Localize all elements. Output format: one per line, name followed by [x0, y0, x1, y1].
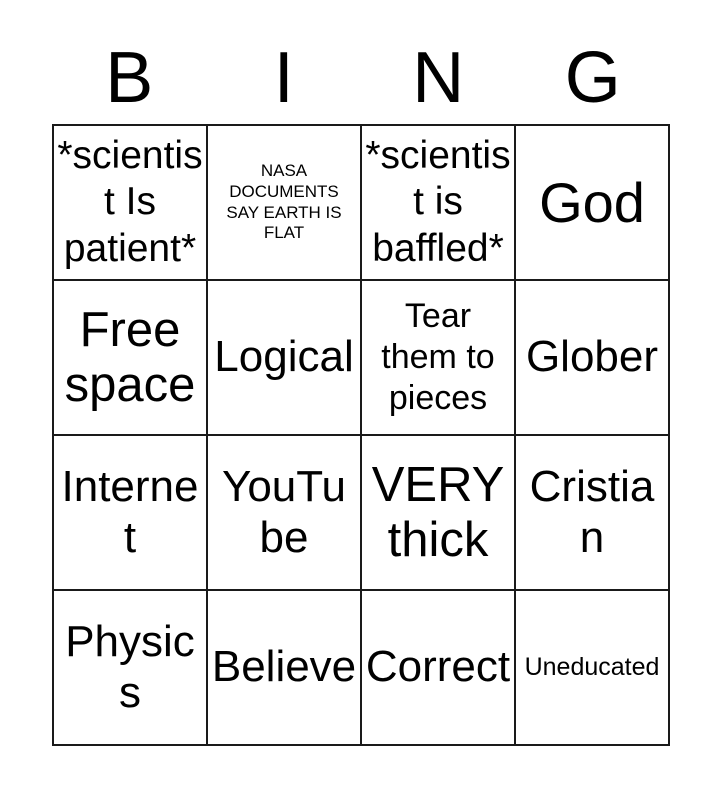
bingo-cell[interactable]: NASA DOCUMENTS SAY EARTH IS FLAT [208, 126, 362, 281]
bingo-cell[interactable]: Logical [208, 281, 362, 436]
bingo-cell-text: Cristian [529, 462, 655, 562]
bingo-header-letter-g: G [516, 36, 671, 120]
bingo-header-letter-i: I [207, 36, 362, 120]
bingo-cell[interactable]: Believe [208, 591, 362, 746]
bingo-cell-text: *scientist is baffled* [365, 134, 511, 270]
bingo-cell-text: Tear them to pieces [381, 297, 495, 417]
bingo-cell-text: Internet [61, 462, 199, 562]
bingo-cell[interactable]: Glober [516, 281, 670, 436]
bingo-cell-text: Correct [365, 642, 511, 692]
bingo-grid: *scientist Is patient* NASA DOCUMENTS SA… [52, 124, 670, 746]
bingo-cell[interactable]: *scientist is baffled* [362, 126, 516, 281]
bingo-cell[interactable]: *scientist Is patient* [54, 126, 208, 281]
header-letter-text: G [564, 38, 621, 118]
bingo-cell[interactable]: Physics [54, 591, 208, 746]
bingo-cell[interactable]: God [516, 126, 670, 281]
bingo-header: B I N G [52, 36, 670, 120]
bingo-cell-text: Logical [214, 332, 354, 382]
bingo-cell-text: Physics [65, 617, 195, 717]
bingo-cell-text: Glober [525, 332, 659, 382]
bingo-cell[interactable]: Uneducated [516, 591, 670, 746]
bingo-cell-text: Free space [64, 302, 196, 412]
header-letter-text: B [105, 38, 154, 118]
header-letter-text: N [412, 38, 465, 118]
bingo-cell[interactable]: Internet [54, 436, 208, 591]
bingo-cell-text: YouTube [222, 462, 346, 562]
bingo-cell-text: God [539, 170, 645, 234]
bingo-cell-text: *scientist Is patient* [57, 134, 203, 270]
bingo-cell[interactable]: Tear them to pieces [362, 281, 516, 436]
bingo-header-letter-n: N [361, 36, 516, 120]
bingo-header-letter-b: B [52, 36, 207, 120]
bingo-cell-text: NASA DOCUMENTS SAY EARTH IS FLAT [226, 161, 342, 243]
bingo-cell[interactable]: VERY thick [362, 436, 516, 591]
header-letter-text: I [273, 38, 294, 118]
bingo-cell-text: VERY thick [371, 457, 505, 567]
bingo-cell[interactable]: Cristian [516, 436, 670, 591]
bingo-cell[interactable]: Correct [362, 591, 516, 746]
bingo-card: B I N G *scientist Is patient* NASA DOCU… [0, 0, 723, 800]
bingo-cell-text: Uneducated [524, 653, 660, 682]
bingo-cell-free-space[interactable]: Free space [54, 281, 208, 436]
bingo-cell[interactable]: YouTube [208, 436, 362, 591]
bingo-cell-text: Believe [211, 642, 357, 692]
